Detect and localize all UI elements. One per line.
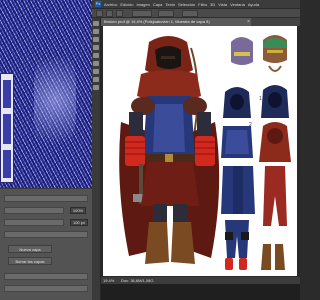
menu-ayuda[interactable]: Ayuda (248, 2, 259, 7)
timeline-area (101, 284, 300, 300)
crop-tool-icon[interactable] (93, 45, 99, 50)
layer-row[interactable] (4, 285, 88, 292)
hand-tool-icon[interactable] (93, 77, 99, 82)
document-tab[interactable]: Broken prof @ 19,4% (Potsjnakovien 1, Mu… (101, 18, 251, 26)
photoshop-logo-icon: Ps (95, 1, 101, 7)
tools-panel (92, 18, 101, 300)
menu-vista[interactable]: Vista (218, 2, 227, 7)
tool-preset-icon[interactable] (96, 10, 103, 17)
opacity-select[interactable] (158, 10, 174, 17)
menu-seleccion[interactable]: Selección (178, 2, 195, 7)
blend-mode-select[interactable] (4, 207, 64, 214)
lasso-tool-icon[interactable] (93, 37, 99, 42)
delete-layers-button[interactable]: Borrar las capas (8, 257, 52, 265)
layer-row[interactable] (4, 231, 88, 238)
sheet-number-1: 1 (259, 96, 262, 102)
brush-tool-icon[interactable] (93, 53, 99, 58)
brush-panel-icon[interactable] (116, 10, 123, 17)
opacity-field[interactable]: 100% (70, 207, 86, 214)
menu-capa[interactable]: Capa (153, 2, 163, 7)
menu-3d[interactable]: 3D (210, 2, 215, 7)
layer-row[interactable] (4, 273, 88, 280)
text-tool-icon[interactable] (93, 69, 99, 74)
menu-archivo[interactable]: Archivo (104, 2, 117, 7)
zoom-tool-icon[interactable] (93, 85, 99, 90)
menu-edicion[interactable]: Edición (120, 2, 133, 7)
hooded-rogue-figure (119, 36, 220, 264)
fill-row[interactable] (4, 219, 64, 226)
new-layer-button[interactable]: Nueva capa (8, 245, 52, 253)
move-tool-icon[interactable] (93, 21, 99, 26)
size-field[interactable]: 100 px (70, 219, 88, 226)
menu-ventana[interactable]: Ventana (230, 2, 245, 7)
eraser-tool-icon[interactable] (93, 61, 99, 66)
costume-parts-sheet: 1 2 (221, 35, 291, 270)
brush-size-icon[interactable] (106, 10, 113, 17)
menu-bar: Ps Archivo Edición Imagen Capa Texto Sel… (92, 0, 300, 9)
reference-strip (0, 73, 14, 183)
canvas-area[interactable]: 1 2 (101, 26, 300, 276)
close-tab-icon[interactable]: × (247, 18, 250, 26)
document-tab-bar: Broken prof @ 19,4% (Potsjnakovien 1, Mu… (101, 18, 300, 26)
document-canvas[interactable]: 1 2 (103, 26, 297, 276)
mode-select[interactable] (132, 10, 152, 17)
photoshop-window: 100% 100 px Nueva capa Borrar las capas … (0, 0, 300, 300)
panel-tab-row[interactable] (4, 195, 88, 202)
flow-select[interactable] (182, 10, 198, 17)
menu-texto[interactable]: Texto (165, 2, 175, 7)
menu-imagen[interactable]: Imagen (136, 2, 149, 7)
status-bar: 19.4% Doc: 36,6M/1,08G (101, 276, 300, 284)
sketch-highlight (34, 40, 76, 160)
marquee-tool-icon[interactable] (93, 29, 99, 34)
layers-panel: 100% 100 px Nueva capa Borrar las capas (0, 188, 92, 300)
options-bar (92, 9, 300, 18)
character-sheet-artwork: 1 2 (119, 35, 291, 270)
menu-filtro[interactable]: Filtro (198, 2, 207, 7)
